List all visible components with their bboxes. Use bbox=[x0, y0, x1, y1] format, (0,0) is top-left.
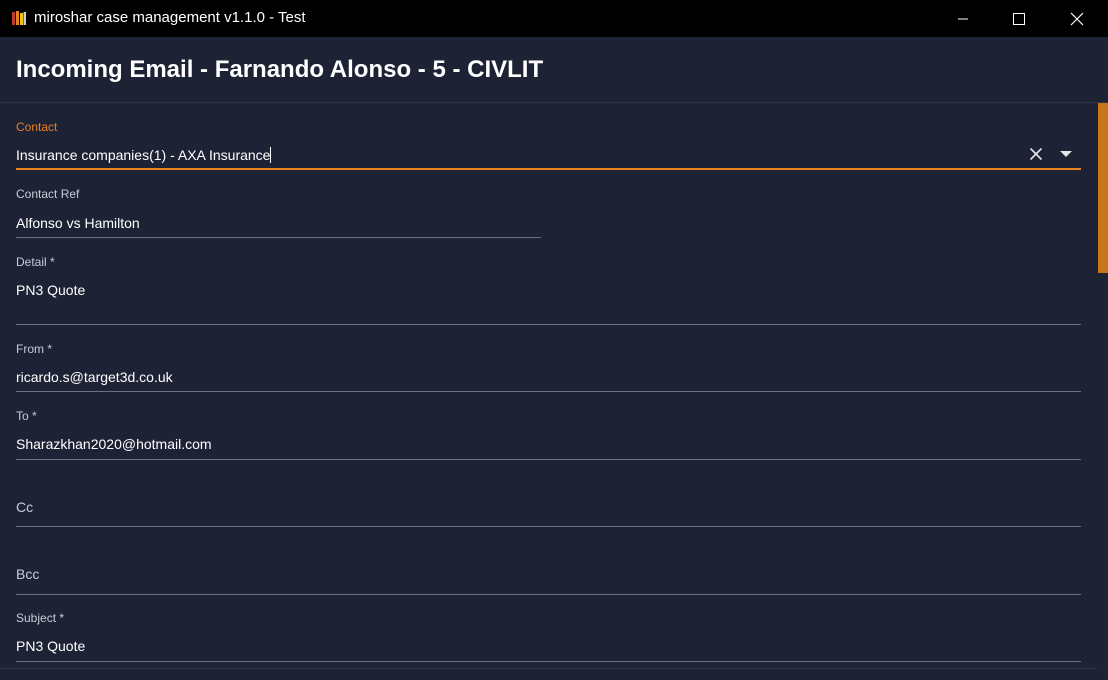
clear-contact-button[interactable] bbox=[1026, 144, 1046, 164]
detail-label: Detail * bbox=[16, 255, 55, 269]
books-icon bbox=[11, 10, 27, 26]
subject-label: Subject * bbox=[16, 611, 65, 625]
contact-ref-label: Contact Ref bbox=[16, 187, 80, 201]
maximize-button[interactable] bbox=[996, 0, 1042, 37]
contact-underline bbox=[16, 168, 1081, 170]
detail-field[interactable]: Detail * PN3 Quote bbox=[16, 238, 1081, 325]
page-title: Incoming Email - Farnando Alonso - 5 - C… bbox=[16, 56, 544, 83]
to-input[interactable]: Sharazkhan2020@hotmail.com bbox=[16, 436, 212, 452]
bcc-label: Bcc bbox=[16, 566, 40, 582]
contact-ref-input[interactable]: Alfonso vs Hamilton bbox=[16, 215, 140, 231]
bottom-strip bbox=[0, 668, 1097, 680]
email-form: Contact Insurance companies(1) - AXA Ins… bbox=[0, 103, 1097, 679]
window-titlebar: miroshar case management v1.1.0 - Test bbox=[0, 0, 1108, 37]
bcc-field[interactable]: Bcc bbox=[16, 527, 1081, 595]
page-header: Incoming Email - Farnando Alonso - 5 - C… bbox=[0, 37, 1108, 103]
contact-field[interactable]: Contact Insurance companies(1) - AXA Ins… bbox=[16, 103, 1081, 171]
to-field[interactable]: To * Sharazkhan2020@hotmail.com bbox=[16, 392, 1081, 460]
subject-field[interactable]: Subject * PN3 Quote bbox=[16, 595, 1081, 662]
contact-ref-field[interactable]: Contact Ref Alfonso vs Hamilton bbox=[16, 171, 541, 238]
window-close-button[interactable] bbox=[1054, 0, 1100, 37]
caret-down-icon bbox=[1060, 151, 1072, 157]
maximize-icon bbox=[1013, 12, 1025, 25]
subject-underline bbox=[16, 661, 1081, 662]
minimize-icon bbox=[958, 18, 968, 19]
from-input[interactable]: ricardo.s@target3d.co.uk bbox=[16, 369, 173, 385]
detail-input[interactable]: PN3 Quote bbox=[16, 282, 85, 298]
contact-label: Contact bbox=[16, 120, 58, 134]
cc-field[interactable]: Cc bbox=[16, 460, 1081, 527]
minimize-button[interactable] bbox=[940, 0, 986, 37]
from-field[interactable]: From * ricardo.s@target3d.co.uk bbox=[16, 325, 1081, 392]
cc-label: Cc bbox=[16, 499, 34, 515]
from-label: From * bbox=[16, 342, 52, 356]
scrollbar-thumb[interactable] bbox=[1098, 103, 1108, 273]
close-icon bbox=[1070, 12, 1084, 25]
contact-dropdown-button[interactable] bbox=[1056, 144, 1076, 164]
close-icon bbox=[1029, 147, 1043, 161]
contact-input[interactable]: Insurance companies(1) - AXA Insurance bbox=[16, 147, 272, 163]
subject-input[interactable]: PN3 Quote bbox=[16, 638, 85, 654]
window-title: miroshar case management v1.1.0 - Test bbox=[34, 9, 306, 26]
to-label: To * bbox=[16, 409, 37, 423]
